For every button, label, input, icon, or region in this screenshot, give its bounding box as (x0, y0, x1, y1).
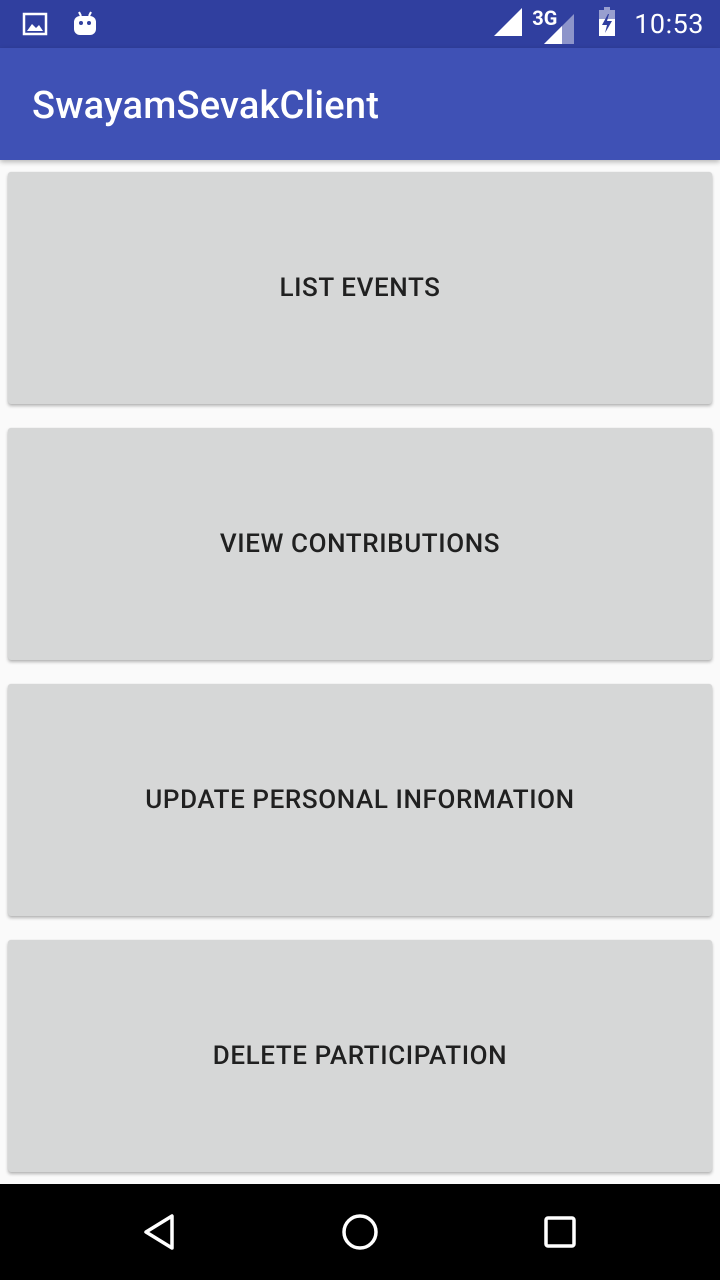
back-icon[interactable] (132, 1204, 188, 1260)
status-right-icons: 3G 10:53 (492, 0, 704, 48)
status-time: 10:53 (634, 8, 704, 40)
home-icon[interactable] (332, 1204, 388, 1260)
navigation-bar (0, 1184, 720, 1280)
status-left-icons (22, 10, 98, 42)
delete-participation-label: DELETE PARTICIPATION (212, 1041, 508, 1071)
battery-charging-icon (598, 7, 616, 41)
app-title: SwayamSevakClient (32, 84, 380, 128)
recents-icon[interactable] (532, 1204, 588, 1260)
wifi-signal-icon (492, 6, 524, 42)
list-events-button[interactable]: LIST EVENTS (8, 172, 712, 404)
list-events-label: LIST EVENTS (279, 273, 441, 303)
status-bar: 3G 10:53 (0, 0, 720, 48)
update-personal-information-label: UPDATE PERSONAL INFORMATION (145, 785, 575, 815)
image-icon (22, 11, 48, 41)
update-personal-information-button[interactable]: UPDATE PERSONAL INFORMATION (8, 684, 712, 916)
android-icon (72, 10, 98, 42)
view-contributions-button[interactable]: VIEW CONTRIBUTIONS (8, 428, 712, 660)
cell-signal-icon: 3G (530, 4, 576, 44)
app-bar: SwayamSevakClient (0, 48, 720, 160)
view-contributions-label: VIEW CONTRIBUTIONS (219, 529, 501, 559)
delete-participation-button[interactable]: DELETE PARTICIPATION (8, 940, 712, 1172)
